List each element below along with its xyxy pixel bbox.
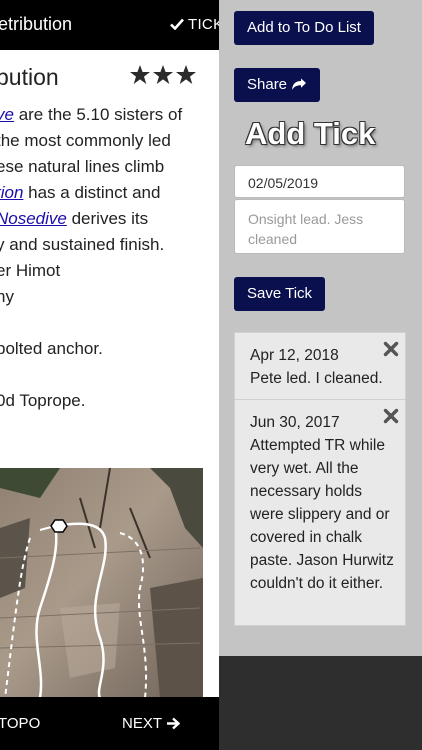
add-tick-heading: Add Tick bbox=[245, 116, 376, 151]
description-text: are the 5.10 sisters of bbox=[13, 105, 183, 124]
tick-notes-textarea[interactable]: Onsight lead. Jess cleaned bbox=[234, 199, 405, 254]
panel-footer-area bbox=[219, 656, 422, 750]
route-header-title: etribution bbox=[0, 14, 73, 34]
star-icon bbox=[153, 65, 173, 84]
share-arrow-icon bbox=[292, 78, 307, 90]
next-button-label: NEXT bbox=[122, 715, 163, 732]
list-item: Jun 30, 2017 Attempted TR while very wet… bbox=[235, 400, 405, 626]
description-text: bolted anchor. bbox=[0, 339, 103, 358]
share-button-label: Share bbox=[247, 76, 288, 93]
bottom-navigation-bar: TOPO NEXT bbox=[0, 697, 219, 750]
top-navigation-bar: etribution TICK bbox=[0, 0, 219, 50]
tick-date: Apr 12, 2018 bbox=[250, 347, 339, 364]
topo-tab[interactable]: TOPO bbox=[0, 715, 40, 732]
close-x-icon[interactable] bbox=[383, 408, 399, 424]
route-detail-page: etribution TICK bution ve are the 5.10 s… bbox=[0, 0, 219, 750]
tick-button[interactable]: TICK bbox=[170, 16, 219, 33]
arrow-right-icon bbox=[167, 717, 181, 730]
description-text: y and sustained finish. bbox=[0, 235, 165, 254]
save-tick-button[interactable]: Save Tick bbox=[234, 277, 326, 311]
share-button[interactable]: Share bbox=[234, 68, 321, 102]
tick-note: Pete led. I cleaned. bbox=[250, 370, 383, 387]
tick-date: Jun 30, 2017 bbox=[250, 414, 340, 431]
star-rating bbox=[129, 64, 199, 86]
tick-date-input[interactable]: 02/05/2019 bbox=[234, 165, 405, 198]
description-text: the most commonly led bbox=[0, 131, 171, 150]
tick-button-label: TICK bbox=[188, 16, 219, 33]
next-button[interactable]: NEXT bbox=[122, 715, 181, 732]
tick-history-list: Apr 12, 2018 Pete led. I cleaned. Jun 30… bbox=[234, 332, 406, 626]
list-item: Apr 12, 2018 Pete led. I cleaned. bbox=[235, 333, 405, 400]
add-to-todo-button[interactable]: Add to To Do List bbox=[234, 11, 374, 45]
close-x-icon[interactable] bbox=[383, 341, 399, 357]
tick-entry-text: Jun 30, 2017 Attempted TR while very wet… bbox=[250, 411, 398, 595]
star-icon bbox=[130, 65, 150, 84]
tick-panel: Add to To Do List Share Add Tick 02/05/2… bbox=[219, 0, 422, 656]
topo-photo[interactable] bbox=[0, 468, 203, 698]
description-text: 0d Toprope. bbox=[0, 391, 86, 410]
route-link-1[interactable]: ve bbox=[0, 105, 14, 124]
tick-entry-text: Apr 12, 2018 Pete led. I cleaned. bbox=[250, 344, 398, 390]
tick-note: Attempted TR while very wet. All the nec… bbox=[250, 437, 394, 592]
route-link-2[interactable]: tion bbox=[0, 183, 23, 202]
route-link-nosedive[interactable]: Nosedive bbox=[0, 209, 67, 228]
route-name-heading: bution bbox=[0, 64, 59, 90]
star-icon bbox=[176, 65, 196, 84]
description-text: ese natural lines climb bbox=[0, 157, 165, 176]
description-text: er Himot bbox=[0, 261, 61, 280]
description-text: hy bbox=[0, 287, 14, 306]
description-text: has a distinct and bbox=[23, 183, 161, 202]
checkmark-icon bbox=[170, 18, 184, 31]
description-text: derives its bbox=[66, 209, 149, 228]
